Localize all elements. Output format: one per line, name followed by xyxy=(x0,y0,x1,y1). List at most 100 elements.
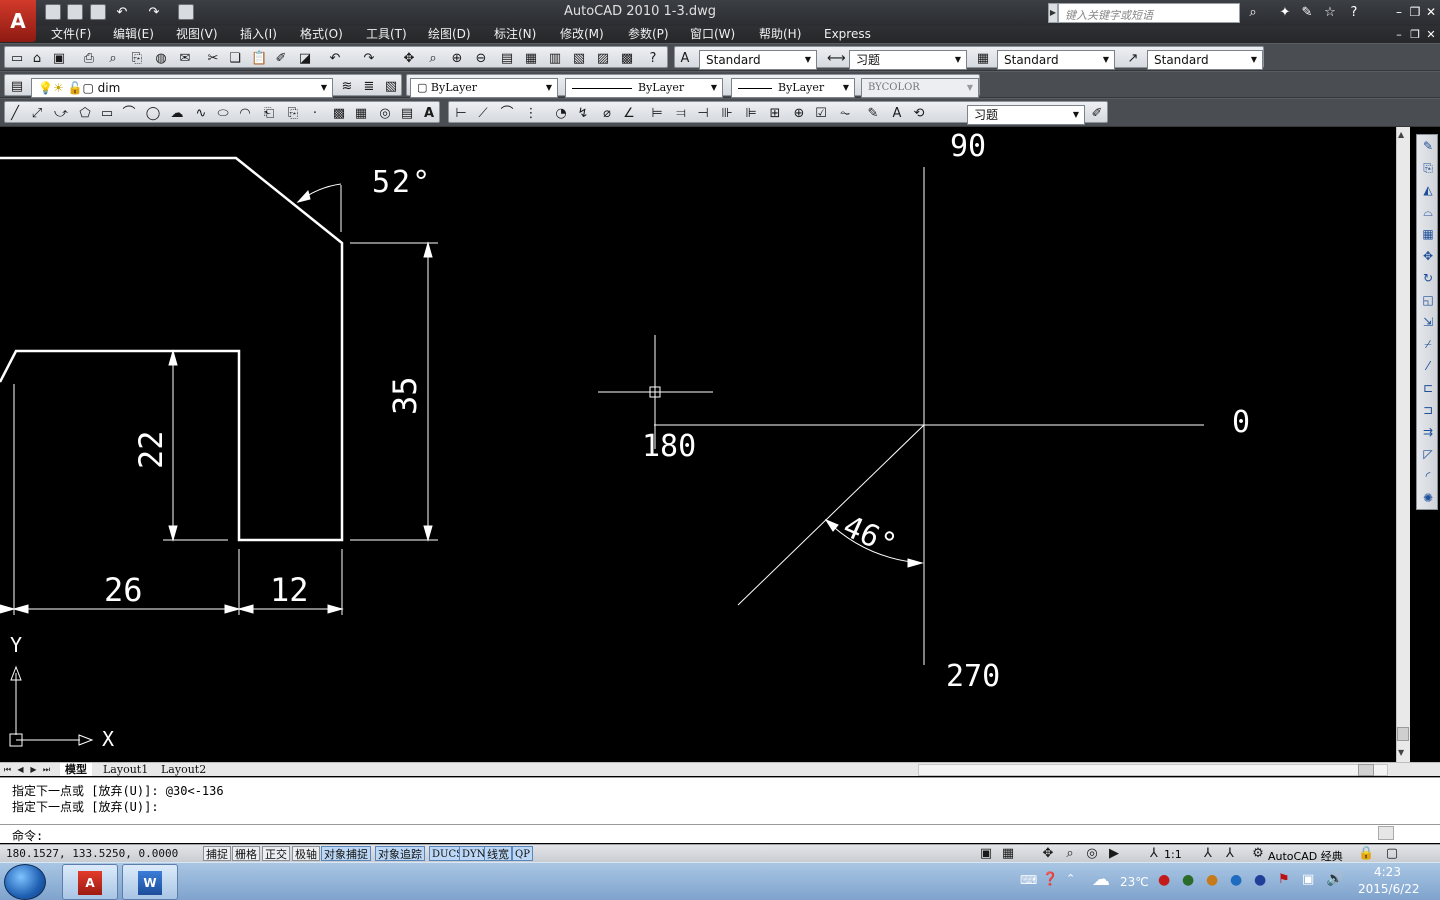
explode-icon[interactable]: ✺ xyxy=(1419,489,1437,507)
drawing-canvas[interactable]: 52° 35 22 26 12 90 0 180 270 46° X Y xyxy=(0,127,1396,762)
tab-model[interactable]: 模型 xyxy=(60,763,92,777)
dim-style-combo[interactable]: 习题 ▼ xyxy=(967,105,1085,125)
lineweight-select[interactable]: ByLayer ▼ xyxy=(731,78,855,98)
etransmit-icon[interactable]: ✉ xyxy=(177,51,193,67)
menu-format[interactable]: 格式(O) xyxy=(300,26,343,43)
command-prompt[interactable]: 命令: xyxy=(12,827,43,844)
weather-cloud-icon[interactable]: ☁ xyxy=(1092,869,1110,890)
doc-close-icon[interactable]: ✕ xyxy=(1424,27,1438,43)
search-expand-icon[interactable]: ▶ xyxy=(1048,3,1058,23)
menu-tools[interactable]: 工具(T) xyxy=(366,26,407,43)
mirror-icon[interactable]: ◭ xyxy=(1419,181,1437,199)
polyline-icon[interactable]: ⤻ xyxy=(53,106,69,122)
save-icon[interactable] xyxy=(90,4,106,20)
new-icon[interactable]: ▭ xyxy=(9,51,25,67)
circle-icon[interactable]: ◯ xyxy=(145,106,161,122)
dim-style-icon[interactable]: ⟷ xyxy=(827,51,846,67)
workspace-gear-icon[interactable]: ⚙ xyxy=(1250,846,1266,862)
zoom-previous-icon[interactable]: ⊖ xyxy=(473,51,489,67)
coordinate-readout[interactable]: 180.1527, 133.5250, 0.0000 xyxy=(6,847,178,860)
angular-dim-icon[interactable]: ∠ xyxy=(621,106,637,122)
tray-app-icon[interactable]: ● xyxy=(1182,872,1194,888)
line-icon[interactable]: ╱ xyxy=(7,106,23,122)
scroll-up-icon[interactable]: ▲ xyxy=(1398,130,1404,139)
plot-preview-icon[interactable]: ⌕ xyxy=(105,51,121,67)
rectangle-icon[interactable]: ▭ xyxy=(99,106,115,122)
horizontal-scrollbar[interactable] xyxy=(918,764,1388,776)
keyboard-icon[interactable]: ⌨ xyxy=(1020,873,1037,887)
stretch-icon[interactable]: ⇲ xyxy=(1419,313,1437,331)
menu-express[interactable]: Express xyxy=(824,26,871,43)
annotation-scale-icon[interactable]: ⅄ xyxy=(1146,846,1162,862)
scroll-down-icon[interactable]: ▼ xyxy=(1398,748,1404,757)
table-icon[interactable]: ▤ xyxy=(399,106,415,122)
layer-select[interactable]: 💡☀ 🔓▢ dim ▼ xyxy=(31,78,333,98)
gradient-icon[interactable]: ▦ xyxy=(353,106,369,122)
point-icon[interactable]: · xyxy=(307,106,323,122)
array-icon[interactable]: ▦ xyxy=(1419,225,1437,243)
close-icon[interactable]: ✕ xyxy=(1424,4,1438,20)
help-icon[interactable]: ? xyxy=(1345,4,1363,22)
radius-dim-icon[interactable]: ◔ xyxy=(553,106,569,122)
dim-space-icon[interactable]: ⊪ xyxy=(719,106,735,122)
fillet-icon[interactable]: ◜ xyxy=(1419,467,1437,485)
open-icon[interactable]: ⌂ xyxy=(29,51,45,67)
print-icon[interactable] xyxy=(178,4,194,20)
sheet-set-icon[interactable]: ▧ xyxy=(571,51,587,67)
jogged-dim-icon[interactable]: ↯ xyxy=(575,106,591,122)
dim-edit-icon[interactable]: ✎ xyxy=(865,106,881,122)
search-input[interactable]: 键入关键字或短语 xyxy=(1058,3,1240,23)
chamfer-icon[interactable]: ◸ xyxy=(1419,445,1437,463)
table-style-select[interactable]: Standard ▼ xyxy=(997,50,1115,70)
design-center-icon[interactable]: ▦ xyxy=(523,51,539,67)
jogged-linear-icon[interactable]: ⏦ xyxy=(837,106,853,122)
layer-states-icon[interactable]: ▧ xyxy=(383,79,399,95)
clean-screen-icon[interactable]: ▢ xyxy=(1384,846,1400,862)
scale-icon[interactable]: ◱ xyxy=(1419,291,1437,309)
break-icon[interactable]: ⊐ xyxy=(1419,401,1437,419)
join-icon[interactable]: ⇉ xyxy=(1419,423,1437,441)
taskbar-word-button[interactable]: W xyxy=(122,864,178,900)
prev-tab-icon[interactable]: ◀ xyxy=(15,764,26,776)
menu-insert[interactable]: 插入(I) xyxy=(240,26,277,43)
osnap-toggle[interactable]: 对象捕捉 xyxy=(321,846,371,861)
hatch-icon[interactable]: ▩ xyxy=(331,106,347,122)
polar-toggle[interactable]: 极轴 xyxy=(292,846,320,861)
taskbar-autocad-button[interactable]: A xyxy=(62,864,118,900)
annotation-scale-value[interactable]: 1:1 xyxy=(1164,848,1182,861)
rotate-icon[interactable]: ↻ xyxy=(1419,269,1437,287)
menu-parametric[interactable]: 参数(P) xyxy=(628,26,669,43)
calculator-icon[interactable]: ▩ xyxy=(619,51,635,67)
menu-view[interactable]: 视图(V) xyxy=(176,26,218,43)
break-at-point-icon[interactable]: ⊏ xyxy=(1419,379,1437,397)
vertical-scroll-thumb[interactable] xyxy=(1397,727,1409,741)
pan-icon[interactable]: ✥ xyxy=(401,51,417,67)
undo-icon[interactable]: ↶ xyxy=(327,51,343,67)
communication-center-icon[interactable]: ✎ xyxy=(1298,4,1316,22)
diameter-dim-icon[interactable]: ⌀ xyxy=(599,106,615,122)
ortho-toggle[interactable]: 正交 xyxy=(262,846,290,861)
center-mark-icon[interactable]: ⊕ xyxy=(791,106,807,122)
layer-manager-icon[interactable]: ▤ xyxy=(9,79,25,95)
block-editor-icon[interactable]: ◪ xyxy=(297,51,313,67)
cut-icon[interactable]: ✂ xyxy=(205,51,221,67)
auto-scale-icon[interactable]: ⅄ xyxy=(1222,846,1238,862)
pan-icon[interactable]: ✥ xyxy=(1040,846,1056,862)
multiline-text-icon[interactable]: A xyxy=(421,106,437,122)
snap-toggle[interactable]: 捕捉 xyxy=(203,846,231,861)
redo-icon[interactable]: ↷ xyxy=(145,4,163,22)
help-icon[interactable]: ❓ xyxy=(1042,872,1058,887)
insert-block-icon[interactable]: ⎗ xyxy=(261,106,277,122)
zoom-icon[interactable]: ⌕ xyxy=(1062,846,1078,862)
make-current-layer-icon[interactable]: ≋ xyxy=(339,79,355,95)
erase-icon[interactable]: ✎ xyxy=(1419,137,1437,155)
tray-flag-icon[interactable]: ⚑ xyxy=(1278,872,1290,887)
help-icon[interactable]: ? xyxy=(645,51,661,67)
menu-window[interactable]: 窗口(W) xyxy=(690,26,735,43)
next-tab-icon[interactable]: ▶ xyxy=(28,764,39,776)
revision-cloud-icon[interactable]: ☁ xyxy=(169,106,185,122)
publish-icon[interactable]: ⎘ xyxy=(129,51,145,67)
plot-icon[interactable]: ⎙ xyxy=(81,51,97,67)
grid-toggle[interactable]: 栅格 xyxy=(232,846,260,861)
dimension-style-icon[interactable]: ✐ xyxy=(1089,106,1105,122)
